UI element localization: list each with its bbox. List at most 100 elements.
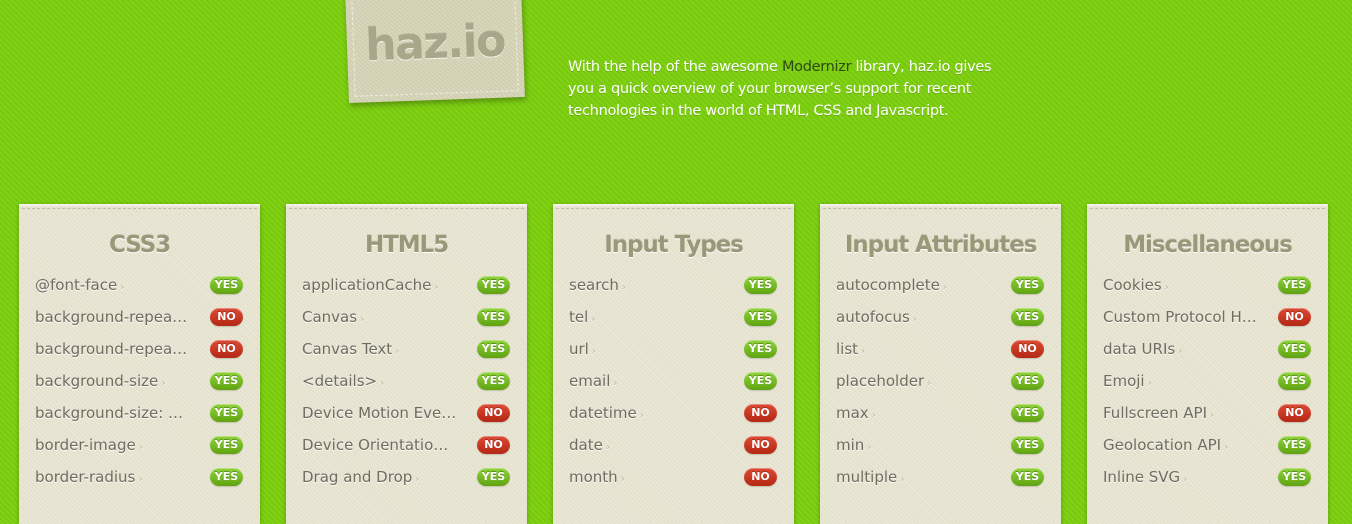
feature-name-link[interactable]: @font-face › [35,269,190,304]
feature-row[interactable]: max › YES [820,397,1061,429]
feature-row[interactable]: tel › YES [553,301,794,333]
chevron-right-icon: › [380,378,385,389]
panel-title: Input Types [604,232,743,258]
feature-name-link[interactable]: multiple › [836,461,991,496]
feature-row[interactable]: background-repeat: round› NO [19,301,260,333]
feature-name-link[interactable]: month › [569,461,724,496]
feature-name-link[interactable]: max › [836,397,991,432]
feature-name-link[interactable]: list › [836,333,991,368]
feature-row[interactable]: Geolocation API › YES [1087,429,1328,461]
feature-name-link[interactable]: placeholder › [836,365,991,400]
feature-name-link[interactable]: data URIs › [1103,333,1258,368]
feature-row[interactable]: border-image › YES [19,429,260,461]
feature-name-link[interactable]: background-repeat: space› [35,333,190,368]
feature-name-link[interactable]: email › [569,365,724,400]
chevron-right-icon: › [415,474,420,485]
feature-row[interactable]: Inline SVG › YES [1087,461,1328,493]
feature-list: applicationCache › YES Canvas › YES Canvas Tex… [286,269,527,493]
support-badge: NO [477,436,510,454]
feature-row[interactable]: month › NO [553,461,794,493]
feature-name-link[interactable]: Fullscreen API › [1103,397,1258,432]
support-badge: YES [477,308,510,326]
feature-name: autocomplete [836,276,940,294]
feature-row[interactable]: search › YES [553,269,794,301]
feature-row[interactable]: background-size: cover› YES [19,397,260,429]
feature-name-link[interactable]: min › [836,429,991,464]
feature-row[interactable]: <details> › YES [286,365,527,397]
support-badge: YES [1011,436,1044,454]
feature-name: border-image [35,436,136,454]
feature-name: max [836,404,869,422]
feature-row[interactable]: background-repeat: space› NO [19,333,260,365]
feature-name-link[interactable]: Custom Protocol Handlers› [1103,301,1258,336]
feature-row[interactable]: @font-face › YES [19,269,260,301]
feature-name-link[interactable]: date › [569,429,724,464]
feature-name-link[interactable]: autocomplete › [836,269,991,304]
feature-row[interactable]: email › YES [553,365,794,397]
support-badge: NO [210,340,243,358]
feature-name-link[interactable]: <details> › [302,365,457,400]
feature-name-link[interactable]: background-repeat: round› [35,301,190,336]
chevron-right-icon: › [360,314,365,325]
chevron-right-icon: › [605,442,610,453]
feature-name-link[interactable]: tel › [569,301,724,336]
modernizr-link[interactable]: Modernizr [782,59,852,75]
feature-name-link[interactable]: Cookies › [1103,269,1258,304]
support-badge: YES [477,340,510,358]
feature-row[interactable]: Canvas Text › YES [286,333,527,365]
feature-name-link[interactable]: border-radius › [35,461,190,496]
feature-row[interactable]: Emoji › YES [1087,365,1328,397]
logo[interactable]: haz.io [345,0,525,104]
feature-row[interactable]: url › YES [553,333,794,365]
feature-name-link[interactable]: Canvas Text › [302,333,457,368]
feature-row[interactable]: border-radius › YES [19,461,260,493]
chevron-right-icon: › [591,346,596,357]
panel-title: Input Attributes [844,232,1037,258]
support-badge: NO [744,404,777,422]
feature-row[interactable]: min › YES [820,429,1061,461]
feature-row[interactable]: Fullscreen API › NO [1087,397,1328,429]
feature-name-link[interactable]: border-image › [35,429,190,464]
feature-row[interactable]: Device Orientation Events› NO [286,429,527,461]
feature-row[interactable]: date › NO [553,429,794,461]
feature-row[interactable]: list › NO [820,333,1061,365]
feature-row[interactable]: Device Motion Events› NO [286,397,527,429]
chevron-right-icon: › [161,378,166,389]
feature-name-link[interactable]: autofocus › [836,301,991,336]
feature-name-link[interactable]: Device Orientation Events› [302,429,457,464]
feature-row[interactable]: Cookies › YES [1087,269,1328,301]
feature-row[interactable]: Drag and Drop › YES [286,461,527,493]
panel-css3: CSS3 @font-face›YESbackground-repeat: rou… [19,204,260,524]
chevron-right-icon: › [871,410,876,421]
feature-name-link[interactable]: search › [569,269,724,304]
feature-row[interactable]: datetime › NO [553,397,794,429]
support-badge: NO [1278,308,1311,326]
feature-row[interactable]: placeholder › YES [820,365,1061,397]
feature-row[interactable]: autofocus › YES [820,301,1061,333]
feature-name-link[interactable]: background-size › [35,365,190,400]
feature-name-link[interactable]: Canvas › [302,301,457,336]
feature-row[interactable]: autocomplete › YES [820,269,1061,301]
feature-name: email [569,372,611,390]
feature-row[interactable]: multiple › YES [820,461,1061,493]
feature-name-link[interactable]: datetime › [569,397,724,432]
feature-row[interactable]: Canvas › YES [286,301,527,333]
feature-row[interactable]: background-size › YES [19,365,260,397]
chevron-right-icon: › [900,474,905,485]
feature-name: Emoji [1103,372,1145,390]
feature-name-link[interactable]: Geolocation API › [1103,429,1258,464]
feature-row[interactable]: Custom Protocol Handlers› NO [1087,301,1328,333]
feature-name: background-size: cover [35,404,190,422]
feature-name-link[interactable]: Drag and Drop › [302,461,457,496]
chevron-right-icon: › [591,314,596,325]
feature-name-link[interactable]: Inline SVG › [1103,461,1258,496]
feature-row[interactable]: data URIs › YES [1087,333,1328,365]
feature-row[interactable]: applicationCache › YES [286,269,527,301]
feature-name-link[interactable]: background-size: cover› [35,397,190,432]
feature-name-link[interactable]: applicationCache › [302,269,457,304]
panel-title: CSS3 [108,232,171,258]
feature-name: border-radius [35,468,136,486]
feature-name-link[interactable]: Emoji › [1103,365,1258,400]
feature-name-link[interactable]: Device Motion Events› [302,397,457,432]
feature-name-link[interactable]: url › [569,333,724,368]
